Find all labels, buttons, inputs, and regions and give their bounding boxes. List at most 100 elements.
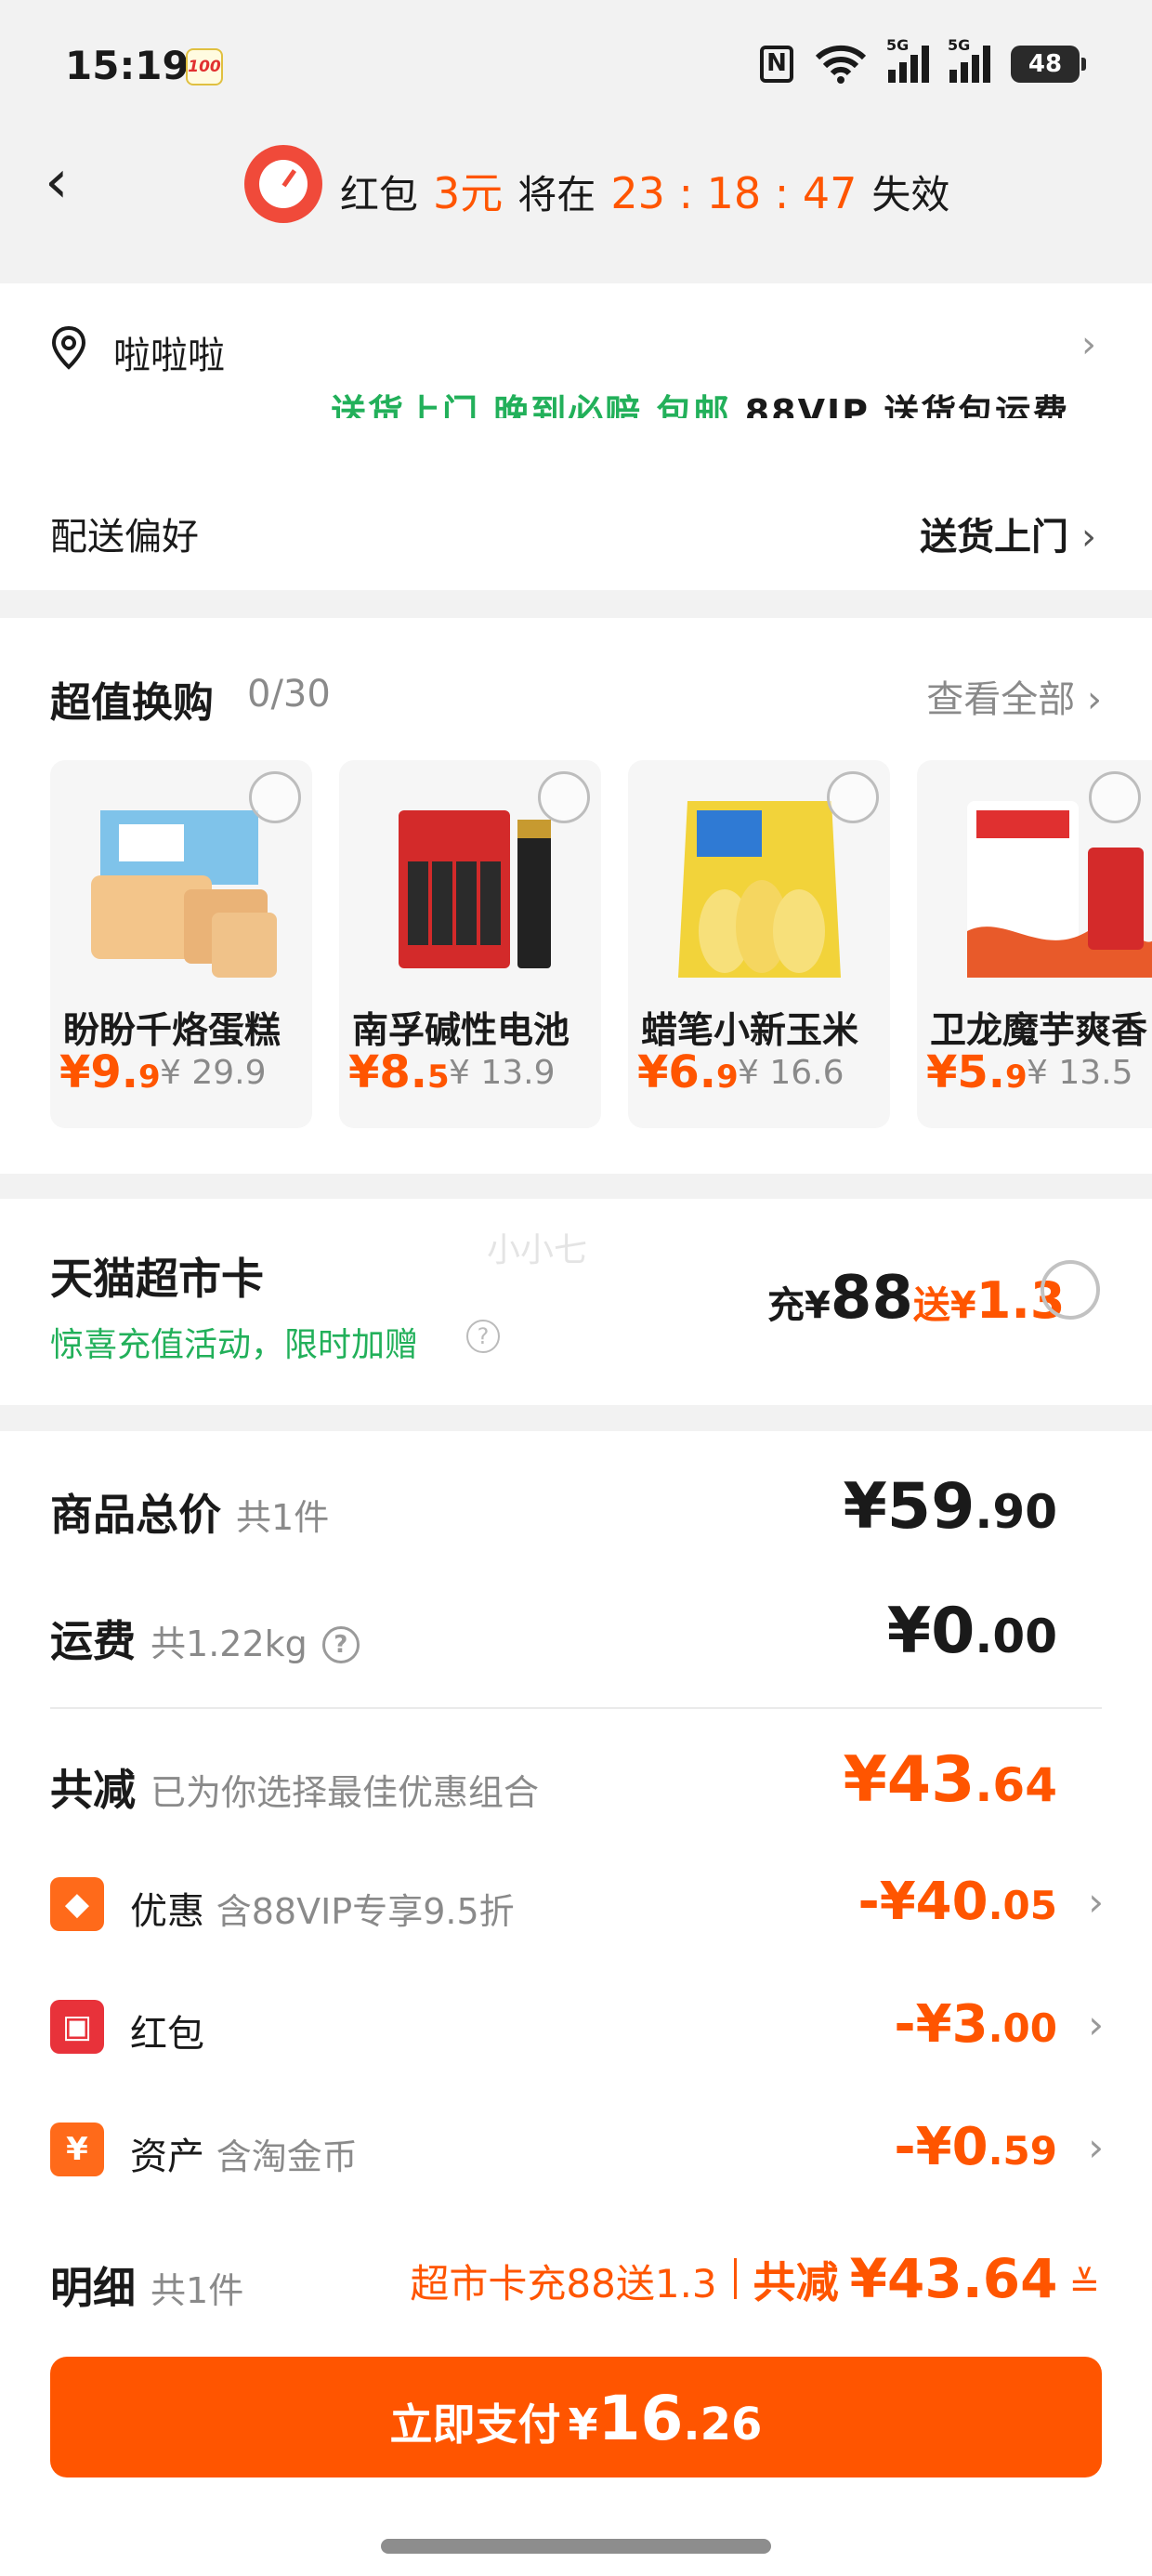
double-chevron-down-icon[interactable]: ≚ bbox=[1068, 2264, 1100, 2307]
chevron-right-icon: › bbox=[1081, 516, 1096, 559]
status-icons: N 5G 5G 48 bbox=[760, 36, 1086, 84]
select-radio[interactable] bbox=[827, 771, 879, 823]
countdown-prefix: 红包 bbox=[340, 172, 419, 217]
chevron-right-icon[interactable]: › bbox=[1088, 2002, 1104, 2047]
product-original-price: ¥ 16.6 bbox=[738, 1054, 844, 1092]
red-packet-countdown: 红包 3元 将在 23 : 18 : 47 失效 bbox=[340, 160, 949, 221]
goods-total-label: 商品总价 共1件 bbox=[50, 1481, 329, 1543]
mart-card-radio[interactable] bbox=[1041, 1260, 1100, 1320]
status-time: 15:19 bbox=[65, 43, 190, 88]
product-price: ¥5.9 bbox=[926, 1046, 1028, 1098]
signal-icon-2: 5G bbox=[948, 36, 990, 83]
guarantee-text: 送货上门 晚到必赔 包邮 bbox=[331, 392, 731, 418]
yuan-asset-icon: ¥ bbox=[50, 2123, 104, 2176]
countdown-suffix: 失效 bbox=[871, 172, 950, 217]
product-price: ¥9.9 bbox=[59, 1046, 161, 1098]
select-radio[interactable] bbox=[249, 771, 301, 823]
pay-now-button[interactable]: 立即支付 ¥ 16 .26 bbox=[50, 2357, 1102, 2477]
goods-total-amount: ¥59.90 bbox=[843, 1470, 1057, 1544]
delivery-pref-value[interactable]: 送货上门 › bbox=[920, 506, 1096, 560]
charge-amount: 88 bbox=[830, 1264, 913, 1333]
battery-icon: 48 bbox=[1011, 46, 1086, 83]
select-radio[interactable] bbox=[1089, 771, 1141, 823]
vip-shipping-text: 88VIP 送货包运费 bbox=[730, 392, 1070, 418]
red-packet-row[interactable]: 红包 bbox=[130, 2004, 204, 2057]
discount-amount: -¥40.05 bbox=[857, 1872, 1057, 1932]
mart-card-title: 天猫超市卡 bbox=[50, 1254, 264, 1304]
charge-yen: ¥ bbox=[805, 1284, 831, 1327]
product-original-price: ¥ 29.9 bbox=[160, 1054, 267, 1092]
product-price: ¥8.5 bbox=[348, 1046, 450, 1098]
detail-promo: 超市卡充88送1.3 bbox=[410, 2261, 717, 2307]
divider bbox=[733, 2258, 737, 2299]
pay-amount-dec: .26 bbox=[683, 2399, 763, 2451]
swap-product-card[interactable]: 盼盼千烙蛋糕 ¥9.9 ¥ 29.9 bbox=[50, 760, 312, 1128]
detail-total-amount: ¥43.64 bbox=[849, 2247, 1058, 2310]
delivery-pref-label: 配送偏好 bbox=[50, 516, 199, 559]
select-radio[interactable] bbox=[538, 771, 590, 823]
detail-label: 明细 共1件 bbox=[50, 2254, 243, 2316]
view-all-link[interactable]: 查看全部 › bbox=[926, 669, 1102, 723]
chevron-right-icon[interactable]: › bbox=[1088, 1879, 1104, 1925]
discount-row[interactable]: 优惠 含88VIP专享9.5折 bbox=[130, 1881, 515, 1935]
delivery-guarantee-banner: 送货上门 晚到必赔 包邮 88VIP 送货包运费 bbox=[331, 385, 1069, 418]
discount-label: 优惠 bbox=[130, 1890, 204, 1933]
pay-button-label: 立即支付 bbox=[389, 2399, 561, 2450]
reduction-label-text: 共减 bbox=[50, 1765, 136, 1815]
detail-count: 共1件 bbox=[151, 2270, 244, 2311]
chevron-right-icon[interactable]: › bbox=[1088, 2124, 1104, 2170]
countdown-middle: 将在 bbox=[517, 172, 596, 217]
goods-count: 共1件 bbox=[236, 1497, 330, 1538]
location-pin-icon bbox=[51, 325, 86, 370]
delivery-pref-text: 送货上门 bbox=[920, 516, 1069, 559]
pay-yen: ¥ bbox=[568, 2399, 598, 2450]
notification-app-icon: 100 bbox=[186, 48, 223, 85]
countdown-amount: 3元 bbox=[433, 168, 504, 218]
red-packet-amount: -¥3.00 bbox=[894, 1994, 1057, 2055]
swap-product-card[interactable]: 南孚碱性电池 ¥8.5 ¥ 13.9 bbox=[339, 760, 601, 1128]
product-original-price: ¥ 13.5 bbox=[1027, 1054, 1133, 1092]
shipping-amount: ¥0.00 bbox=[886, 1595, 1057, 1668]
asset-row[interactable]: 资产 含淘金币 bbox=[130, 2126, 358, 2180]
swap-product-card[interactable]: 卫龙魔芋爽香 ¥5.9 ¥ 13.5 bbox=[917, 760, 1152, 1128]
nfc-icon: N bbox=[760, 46, 793, 83]
detail-total-label: 共减 bbox=[753, 2257, 839, 2307]
asset-amount: -¥0.59 bbox=[894, 2117, 1057, 2177]
mart-card-offer: 充 ¥ 88 送 ¥ 1.3 bbox=[767, 1264, 1065, 1333]
pay-amount-int: 16 bbox=[597, 2383, 684, 2454]
swap-count: 0/30 bbox=[247, 673, 331, 716]
shipping-label-text: 运费 bbox=[50, 1616, 136, 1666]
coupon-tag-icon: ◆ bbox=[50, 1877, 104, 1931]
goods-label-text: 商品总价 bbox=[50, 1490, 221, 1540]
red-packet-icon: ▣ bbox=[50, 2000, 104, 2054]
reduction-note: 已为你选择最佳优惠组合 bbox=[151, 1772, 540, 1813]
swap-title: 超值换购 bbox=[50, 679, 214, 727]
watermark: 小小七 bbox=[487, 1231, 588, 1269]
discount-detail: 含88VIP专享9.5折 bbox=[216, 1891, 515, 1932]
address-chevron-icon[interactable]: › bbox=[1081, 323, 1096, 366]
back-arrow-icon[interactable]: ‹ bbox=[45, 152, 97, 212]
address-name[interactable]: 啦啦啦 bbox=[113, 325, 225, 379]
help-icon[interactable]: ? bbox=[321, 1625, 360, 1663]
product-price: ¥6.9 bbox=[637, 1046, 739, 1098]
product-original-price: ¥ 13.9 bbox=[449, 1054, 556, 1092]
wifi-icon bbox=[815, 45, 867, 84]
help-icon[interactable]: ? bbox=[466, 1320, 500, 1353]
mart-card-subtitle: 惊喜充值活动，限时加赠 bbox=[50, 1326, 419, 1364]
charge-label: 充 bbox=[767, 1284, 805, 1327]
total-reduction-amount: ¥43.64 bbox=[843, 1743, 1057, 1817]
bonus-label: 送 bbox=[912, 1284, 950, 1327]
divider bbox=[50, 1707, 1102, 1709]
red-packet-label: 红包 bbox=[130, 2013, 204, 2056]
asset-detail: 含淘金币 bbox=[216, 2136, 358, 2177]
home-indicator[interactable] bbox=[381, 2539, 771, 2554]
asset-label: 资产 bbox=[130, 2136, 204, 2178]
bonus-yen: ¥ bbox=[949, 1284, 976, 1327]
shipping-weight: 共1.22kg bbox=[151, 1623, 308, 1664]
total-reduction-label: 共减 已为你选择最佳优惠组合 bbox=[50, 1756, 539, 1818]
detail-summary[interactable]: 超市卡充88送1.3 共减 ¥43.64 ≚ bbox=[410, 2247, 1100, 2310]
shipping-label: 运费 共1.22kg ? bbox=[50, 1608, 360, 1669]
countdown-timer: 23 : 18 : 47 bbox=[610, 168, 857, 218]
swap-product-card[interactable]: 蜡笔小新玉米 ¥6.9 ¥ 16.6 bbox=[628, 760, 890, 1128]
stopwatch-icon bbox=[244, 145, 322, 223]
